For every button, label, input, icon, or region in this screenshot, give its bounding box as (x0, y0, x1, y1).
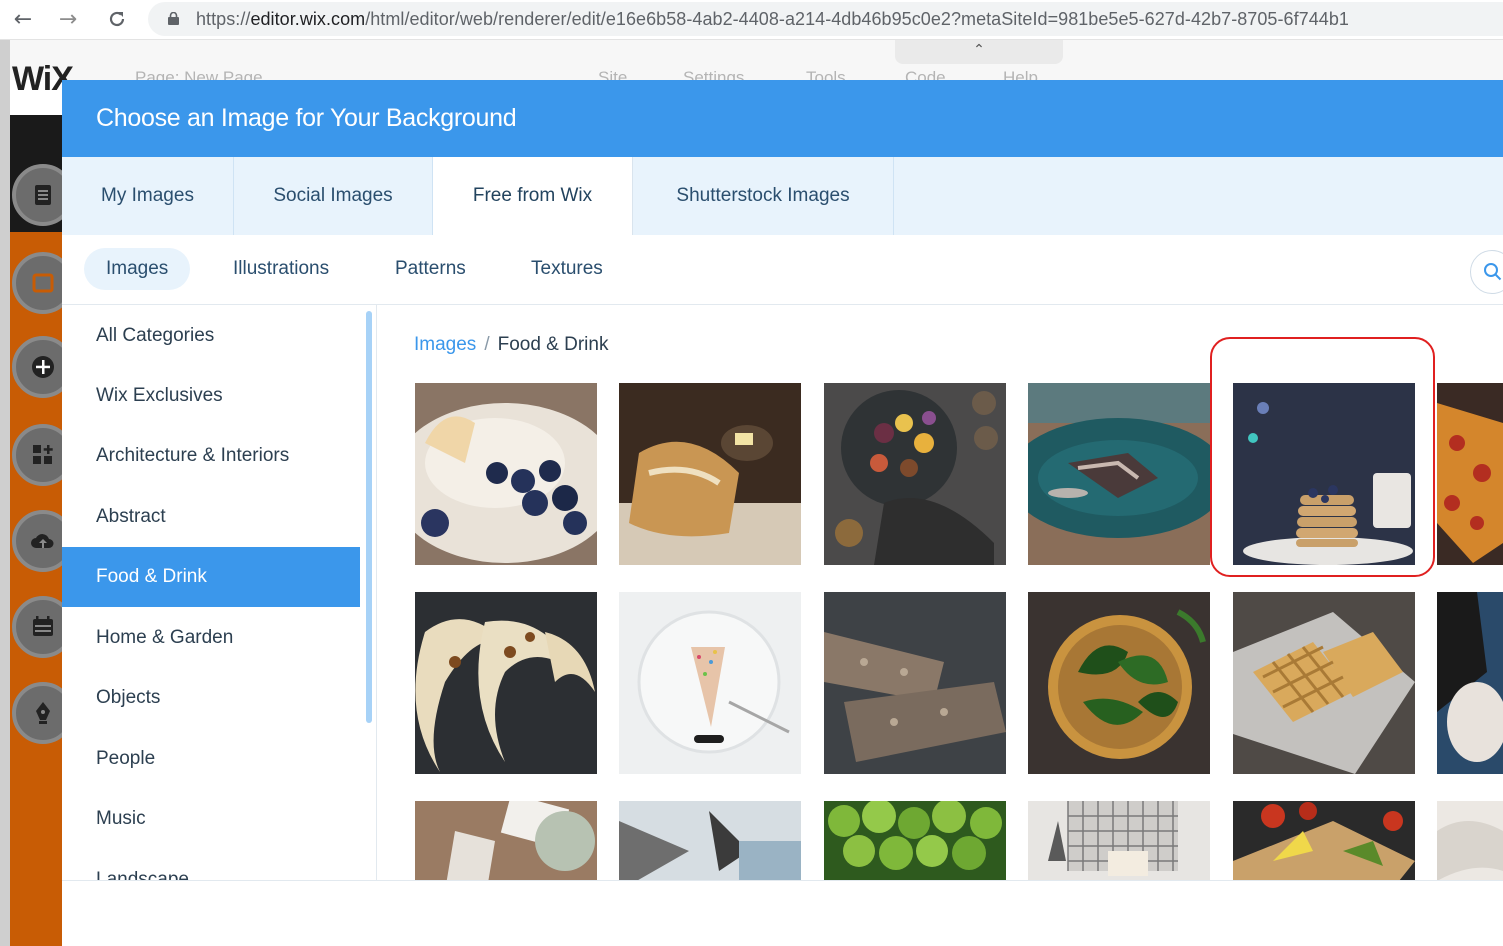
category-food-drink[interactable]: Food & Drink (62, 547, 360, 607)
collapse-topbar-handle[interactable]: ⌃ (895, 40, 1063, 64)
image-thumbnail-blueberry-porridge[interactable] (415, 383, 597, 565)
category-landscape[interactable]: Landscape (62, 850, 360, 880)
forward-arrow-icon[interactable]: → (53, 5, 83, 33)
plus-circle-icon (32, 356, 54, 378)
dialog-title: Choose an Image for Your Background (96, 104, 517, 132)
tab-shutterstock-images[interactable]: Shutterstock Images (633, 157, 894, 235)
subtab-images[interactable]: Images (84, 248, 191, 290)
category-home-garden[interactable]: Home & Garden (62, 608, 360, 668)
image-thumbnail-vegetable-board[interactable] (1233, 801, 1415, 880)
image-thumbnail-bread[interactable] (619, 383, 801, 565)
image-thumbnail-spinach-bowl[interactable] (1028, 592, 1210, 774)
category-list: All Categories Wix Exclusives Architectu… (62, 305, 377, 880)
image-thumbnail-table-setting[interactable] (415, 801, 597, 880)
screen: { "browser": { "url_scheme": "https://",… (0, 0, 1503, 946)
image-thumbnail-white-cloth[interactable] (1437, 801, 1503, 880)
apps-icon (33, 445, 53, 464)
image-thumbnail-pizza[interactable] (1437, 383, 1503, 565)
image-thumbnail-granola-bars[interactable] (824, 592, 1006, 774)
url-text: https://editor.wix.com/html/editor/web/r… (196, 9, 1349, 29)
tab-free-from-wix[interactable]: Free from Wix (433, 157, 633, 235)
image-thumbnail-waffles[interactable] (1233, 592, 1415, 774)
image-thumbnail-blue-plate-pie[interactable] (1028, 383, 1210, 565)
category-all[interactable]: All Categories (62, 306, 360, 366)
category-scrollbar[interactable] (366, 311, 372, 723)
image-thumbnail-fried-bananas[interactable] (415, 592, 597, 774)
category-architecture-interiors[interactable]: Architecture & Interiors (62, 426, 360, 486)
category-wix-exclusives[interactable]: Wix Exclusives (62, 366, 360, 426)
lock-icon (168, 12, 179, 25)
category-objects[interactable]: Objects (62, 668, 360, 728)
image-thumbnail-coffee-hands[interactable] (1437, 592, 1503, 774)
image-thumbnail-sprinkle-cake-plate[interactable] (619, 592, 801, 774)
tab-my-images[interactable]: My Images (62, 157, 234, 235)
image-thumbnail-brussels-sprouts[interactable] (824, 801, 1006, 880)
dialog-header: Choose an Image for Your Background (62, 80, 1503, 157)
tab-social-images[interactable]: Social Images (234, 157, 433, 235)
source-tabs: My Images Social Images Free from Wix Sh… (62, 157, 1503, 235)
pen-nib-icon (36, 702, 50, 724)
reload-icon[interactable] (102, 5, 132, 33)
breadcrumb-current: Food & Drink (497, 334, 609, 355)
image-thumbnail-kitchen-knife[interactable] (619, 801, 801, 880)
image-thumbnail-fruit-platter[interactable] (824, 383, 1006, 565)
breadcrumb-images-link[interactable]: Images (414, 334, 476, 355)
calendar-icon (33, 616, 53, 636)
subtab-illustrations[interactable]: Illustrations (211, 248, 351, 290)
cloud-upload-icon (31, 534, 54, 548)
back-arrow-icon[interactable]: ← (8, 5, 38, 33)
breadcrumb-separator: / (484, 334, 490, 355)
subtab-patterns[interactable]: Patterns (373, 248, 488, 290)
search-button[interactable] (1470, 250, 1503, 294)
dialog-footer (62, 880, 1503, 946)
media-type-tabs: Images Illustrations Patterns Textures (62, 235, 1503, 305)
breadcrumb: Images / Food & Drink (414, 334, 608, 356)
pages-icon (35, 185, 51, 205)
image-thumbnail-cooling-rack-pastry[interactable] (1028, 801, 1210, 880)
subtab-textures[interactable]: Textures (509, 248, 625, 290)
category-people[interactable]: People (62, 729, 360, 789)
window-edge (0, 40, 10, 946)
category-music[interactable]: Music (62, 789, 360, 849)
search-icon (1484, 263, 1502, 281)
category-abstract[interactable]: Abstract (62, 487, 360, 547)
highlight-annotation (1210, 337, 1435, 577)
browser-toolbar: ← → https://editor.wix.com/html/editor/w… (0, 0, 1503, 40)
address-bar[interactable]: https://editor.wix.com/html/editor/web/r… (148, 2, 1503, 36)
background-icon (32, 273, 54, 293)
